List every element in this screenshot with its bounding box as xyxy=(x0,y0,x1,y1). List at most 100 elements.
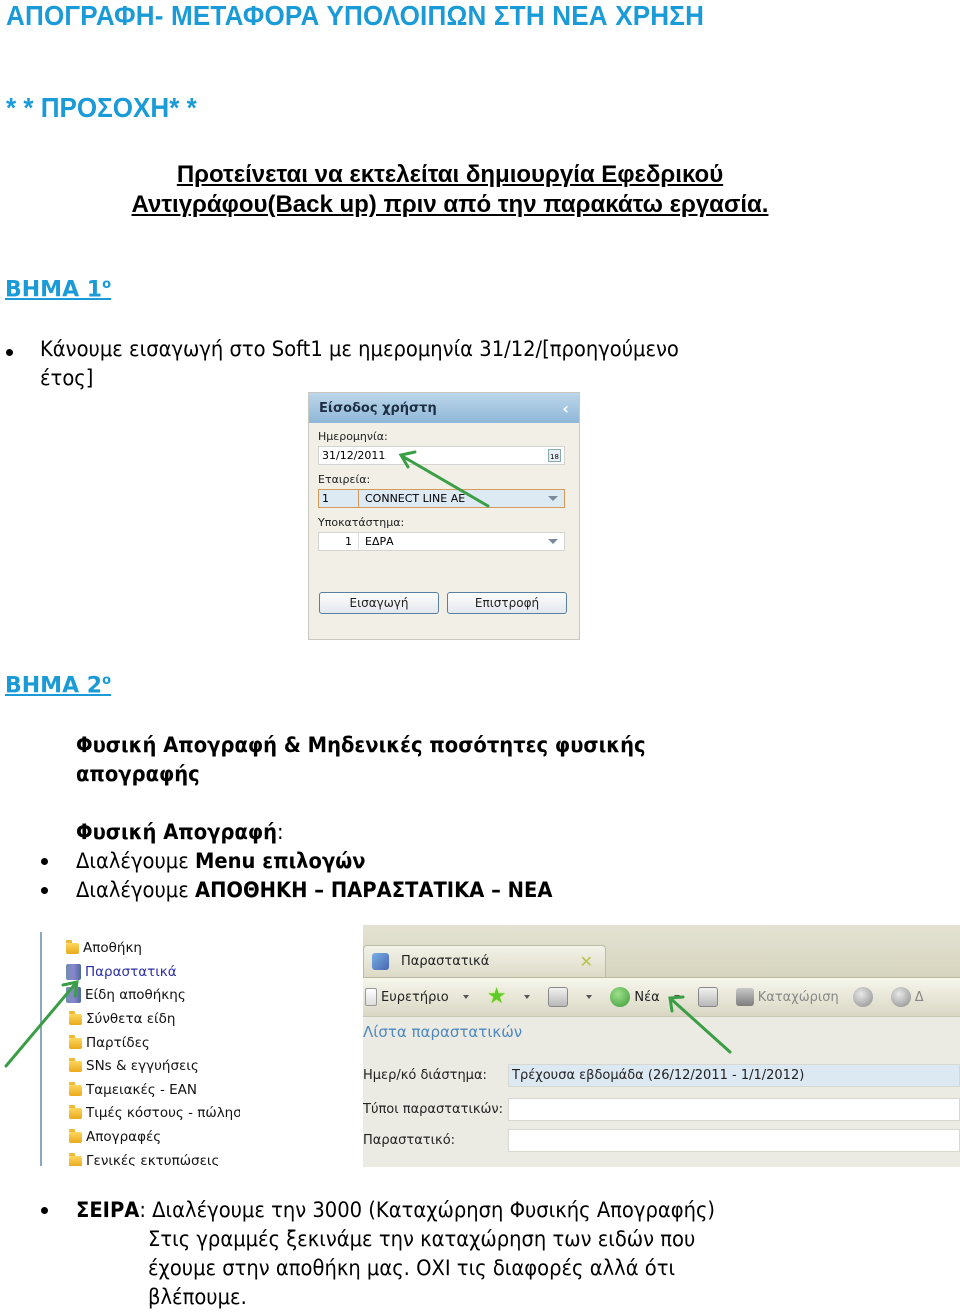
index-button[interactable]: Ευρετήριο xyxy=(365,988,449,1006)
tree-item-label: Ταμειακές - EAN xyxy=(86,1082,197,1098)
chevron-down-icon[interactable] xyxy=(462,995,469,999)
doc-types-input[interactable] xyxy=(508,1098,960,1121)
step1-heading-text: ΒΗΜΑ 1 xyxy=(5,277,103,303)
branch-name: ΕΔΡΑ xyxy=(365,535,394,548)
filter-label: Τύποι παραστατικών: xyxy=(363,1102,504,1117)
new-label: Νέα xyxy=(634,989,660,1005)
save-button[interactable]: Καταχώριση xyxy=(735,988,839,1006)
company-select[interactable]: 1 CONNECT LINE AE xyxy=(318,489,565,508)
chevron-down-icon[interactable] xyxy=(548,539,558,544)
caution-heading: * * ΠΡΟΣΟΧΗ* * xyxy=(6,92,197,123)
series-bold: ΣΕΙΡΑ xyxy=(76,1198,140,1222)
section-label: Φυσική Απογραφή: xyxy=(76,818,284,847)
login-panel-title: Είσοδος χρήστη xyxy=(319,400,437,416)
books-icon xyxy=(66,964,81,980)
tree-item-composite[interactable]: Σύνθετα είδη xyxy=(69,1010,175,1027)
bullet-icon xyxy=(41,887,48,894)
series-line2: Στις γραμμές ξεκινάμε την καταχώρηση των… xyxy=(148,1227,696,1251)
clipboard-icon xyxy=(365,988,377,1006)
calendar-icon[interactable]: 18 xyxy=(548,449,561,462)
chevron-down-icon[interactable] xyxy=(524,995,531,999)
filter-label: Παραστατικό: xyxy=(363,1133,456,1148)
tree-item-prices[interactable]: Τιμές κόστους - πώλησης xyxy=(69,1104,240,1121)
branch-label: Υποκατάστημα: xyxy=(318,516,405,529)
tree-item-label: Είδη αποθήκης xyxy=(85,987,186,1003)
favorites-button[interactable]: ★ xyxy=(486,984,511,1009)
step2-subtitle-line2: απογραφής xyxy=(76,762,200,786)
tab-documents[interactable]: Παραστατικά ✕ xyxy=(363,945,606,977)
document-input[interactable] xyxy=(508,1129,960,1152)
star-icon: ★ xyxy=(486,984,507,1009)
series-line4: βλέπουμε. xyxy=(148,1285,247,1309)
filter-date-range: Ημερ/κό διάστημα: Τρέχουσα εβδομάδα (26/… xyxy=(363,1064,960,1087)
folder-icon xyxy=(69,1104,82,1119)
filter-document: Παραστατικό: xyxy=(363,1129,960,1152)
instruction-bold: Menu επιλογών xyxy=(194,849,366,873)
refresh-button[interactable] xyxy=(852,987,877,1007)
login-panel: Είσοδος χρήστη ‹ Ημερομηνία: 31/12/2011 … xyxy=(308,392,580,640)
folder-icon xyxy=(69,1057,82,1072)
company-code: 1 xyxy=(319,490,359,507)
copy-button[interactable] xyxy=(697,987,722,1007)
plus-icon xyxy=(610,987,631,1007)
date-range-input[interactable]: Τρέχουσα εβδομάδα (26/12/2011 - 1/1/2012… xyxy=(508,1064,960,1087)
folder-icon xyxy=(69,1081,82,1096)
chevron-down-icon[interactable] xyxy=(548,496,558,501)
tree-item-documents[interactable]: Παραστατικά xyxy=(66,964,177,980)
backup-note: Προτείνεται να εκτελείται δημιουργία Εφε… xyxy=(0,160,900,220)
step2-heading-text: ΒΗΜΑ 2 xyxy=(5,673,103,699)
filter-doc-types: Τύποι παραστατικών: xyxy=(363,1098,960,1121)
documents-icon xyxy=(372,953,389,970)
step2-ordinal: ο xyxy=(102,673,112,688)
chevron-down-icon[interactable] xyxy=(673,995,680,999)
tree-item-general-prints[interactable]: Γενικές εκτυπώσεις xyxy=(69,1152,220,1166)
tree-line xyxy=(40,932,42,1166)
date-label: Ημερομηνία: xyxy=(318,430,388,443)
tree-item-sns[interactable]: SNs & εγγυήσεις xyxy=(69,1057,199,1074)
tree-item-batches[interactable]: Παρτίδες xyxy=(69,1034,150,1051)
toolbar: Ευρετήριο ★ Νέα Καταχώριση Δ xyxy=(363,978,960,1017)
step2-heading: ΒΗΜΑ 2ο xyxy=(5,673,111,698)
tab-bar: Παραστατικά ✕ xyxy=(363,925,960,978)
tree-item-label: Τιμές κόστους - πώλησης xyxy=(86,1105,240,1121)
back-button[interactable]: Επιστροφή xyxy=(447,592,567,614)
document-title: ΑΠΟΓΡΑΦΗ- ΜΕΤΑΦΟΡΑ ΥΠΟΛΟΙΠΩΝ ΣΤΗ ΝΕΑ ΧΡΗ… xyxy=(6,0,705,31)
collapse-icon[interactable]: ‹ xyxy=(562,399,569,418)
step1-ordinal: ο xyxy=(102,277,112,292)
tree-item-cash-ean[interactable]: Ταμειακές - EAN xyxy=(69,1081,197,1098)
bullet-icon xyxy=(6,349,13,356)
books-icon xyxy=(66,987,81,1003)
close-icon[interactable]: ✕ xyxy=(580,952,593,971)
tree-item-label: Αποθήκη xyxy=(83,940,142,956)
tree-item-stock-items[interactable]: Είδη αποθήκης xyxy=(66,987,186,1003)
tab-label: Παραστατικά xyxy=(401,954,490,969)
delete-icon xyxy=(890,987,911,1007)
series-instruction: ΣΕΙΡΑ: Διαλέγουμε την 3000 (Καταχώρηση Φ… xyxy=(76,1196,715,1225)
filter-label: Ημερ/κό διάστημα: xyxy=(363,1068,487,1083)
instruction-prefix: Διαλέγουμε xyxy=(76,849,195,873)
step2-subtitle: Φυσική Απογραφή & Μηδενικές ποσότητες φυ… xyxy=(76,731,646,789)
instruction-prefix: Διαλέγουμε xyxy=(76,878,195,902)
chevron-down-icon[interactable] xyxy=(586,995,593,999)
tree-item-label: Παραστατικά xyxy=(85,964,177,980)
step2-subtitle-line1: Φυσική Απογραφή & Μηδενικές ποσότητες φυ… xyxy=(76,733,646,757)
menu-tree: Αποθήκη Παραστατικά Είδη αποθήκης Σύνθετ… xyxy=(40,932,240,1166)
login-button[interactable]: Εισαγωγή xyxy=(319,592,439,614)
branch-select[interactable]: 1 ΕΔΡΑ xyxy=(318,532,565,551)
browse-button[interactable] xyxy=(548,987,572,1007)
instruction-path: Διαλέγουμε ΑΠΟΘΗΚΗ – ΠΑΡΑΣΤΑΤΙΚΑ – ΝΕΑ xyxy=(76,876,552,905)
folder-icon xyxy=(66,939,79,954)
tree-item-label: Απογραφές xyxy=(86,1129,162,1145)
new-button[interactable]: Νέα xyxy=(610,987,660,1007)
company-label: Εταιρεία: xyxy=(318,473,371,486)
company-name: CONNECT LINE AE xyxy=(365,492,466,505)
folder-icon xyxy=(69,1034,82,1049)
section-colon: : xyxy=(277,820,284,844)
delete-button[interactable]: Δ xyxy=(890,987,924,1007)
bullet-icon xyxy=(41,1207,48,1214)
tree-item-warehouse[interactable]: Αποθήκη xyxy=(66,939,142,956)
date-field[interactable]: 31/12/2011 18 xyxy=(318,446,565,465)
tree-item-label: SNs & εγγυήσεις xyxy=(86,1058,199,1074)
tree-item-inventories[interactable]: Απογραφές xyxy=(69,1128,162,1145)
tree-item-label: Γενικές εκτυπώσεις xyxy=(86,1153,220,1166)
